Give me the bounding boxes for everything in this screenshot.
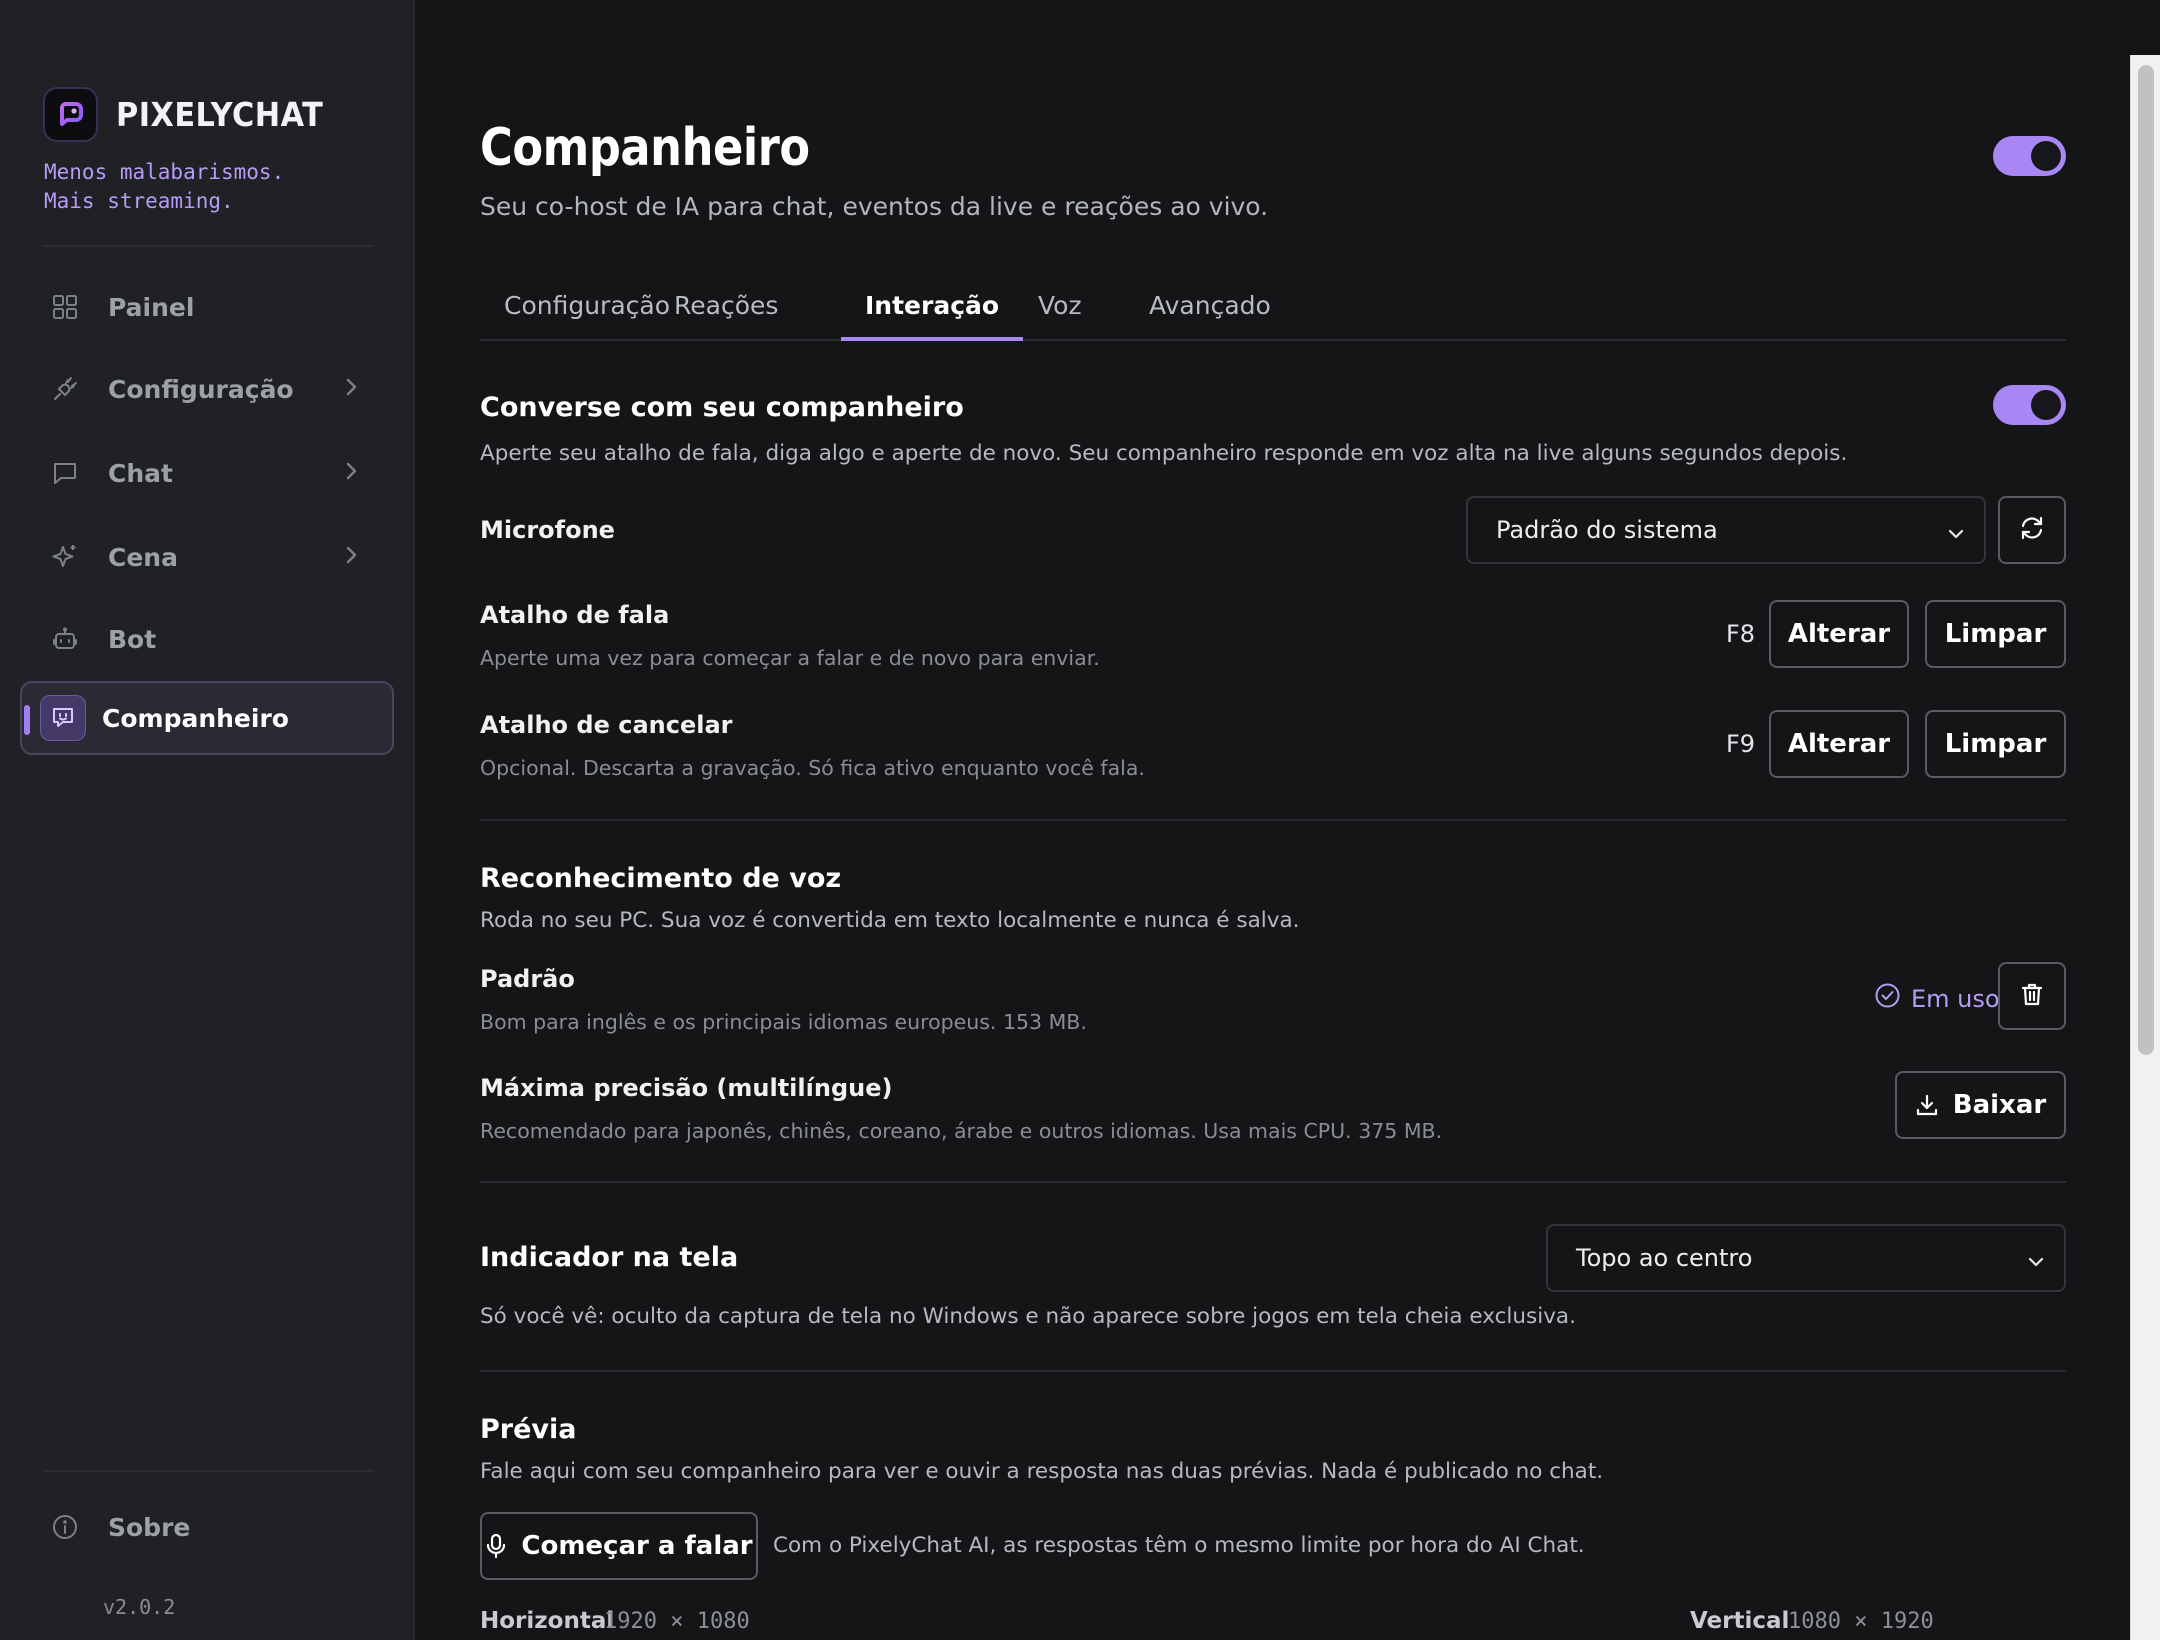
page-title: Companheiro (480, 118, 810, 178)
indicator-position-value: Topo ao centro (1576, 1244, 1753, 1272)
start-talking-label: Começar a falar (521, 1531, 753, 1561)
change-talk-hotkey-button[interactable]: Alterar (1769, 600, 1909, 668)
section-divider (480, 819, 2066, 821)
chevron-right-icon (344, 542, 358, 574)
pixelychat-logo-icon (43, 87, 98, 142)
talk-description: Aperte seu atalho de fala, diga algo e a… (480, 441, 1848, 466)
tab-reacoes[interactable]: Reações (650, 285, 802, 341)
microphone-label: Microfone (480, 516, 615, 544)
sidebar-divider (44, 1470, 374, 1472)
tab-voz[interactable]: Voz (1014, 285, 1106, 341)
companion-icon (40, 695, 86, 741)
page-subtitle: Seu co-host de IA para chat, eventos da … (480, 192, 1269, 221)
tab-interacao[interactable]: Interação (841, 285, 1024, 341)
sidebar-item-label: Bot (108, 624, 157, 654)
app-version: v2.0.2 (103, 1595, 176, 1619)
download-label: Baixar (1952, 1090, 2047, 1120)
cancel-hotkey-key: F9 (1726, 730, 1756, 758)
sparkle-icon (50, 542, 80, 572)
sidebar-item-label: Sobre (108, 1512, 191, 1542)
robot-icon (50, 624, 80, 654)
microphone-icon (485, 1533, 507, 1559)
scrollbar[interactable] (2130, 55, 2160, 1640)
indicator-description: Só você vê: oculto da captura de tela no… (480, 1304, 1576, 1329)
tab-bar: Configuração Reações Interação Voz Avanç… (480, 285, 2066, 341)
download-model-button[interactable]: Baixar (1895, 1071, 2066, 1139)
talk-hotkey-description: Aperte uma vez para começar a falar e de… (480, 646, 1100, 670)
clear-talk-hotkey-button[interactable]: Limpar (1925, 600, 2066, 668)
horizontal-preview-dims: 1920 × 1080 (604, 1609, 750, 1634)
sidebar-item-painel[interactable]: Painel (20, 270, 394, 344)
chevron-down-icon (2026, 1250, 2046, 1278)
talk-hotkey-label: Atalho de fala (480, 601, 670, 629)
microphone-select[interactable]: Padrão do sistema (1466, 496, 1986, 564)
sidebar-item-sobre[interactable]: Sobre (20, 1490, 394, 1564)
cancel-hotkey-description: Opcional. Descarta a gravação. Só fica a… (480, 756, 1145, 780)
tagline: Menos malabarismos. Mais streaming. (44, 158, 284, 216)
refresh-microphones-button[interactable] (1998, 496, 2066, 564)
refresh-icon (2018, 514, 2046, 546)
sidebar-item-label: Painel (108, 292, 195, 322)
brand: PIXELYCHAT (43, 87, 341, 142)
tagline-line-2: Mais streaming. (44, 189, 234, 213)
tagline-line-1: Menos malabarismos. (44, 160, 285, 184)
sidebar-item-label: Chat (108, 458, 173, 488)
sidebar: PIXELYCHAT Menos malabarismos. Mais stre… (0, 0, 415, 1640)
clear-cancel-hotkey-button[interactable]: Limpar (1925, 710, 2066, 778)
indicator-position-select[interactable]: Topo ao centro (1546, 1224, 2066, 1292)
plug-icon (50, 374, 80, 404)
main-content: Companheiro Seu co-host de IA para chat,… (417, 0, 2130, 1640)
start-talking-button[interactable]: Começar a falar (480, 1512, 758, 1580)
talk-hotkey-key: F8 (1726, 620, 1756, 648)
sidebar-item-cena[interactable]: Cena (20, 520, 394, 594)
check-circle-icon (1874, 982, 1901, 1015)
talk-section-title: Converse com seu companheiro (480, 392, 964, 423)
chevron-down-icon (1946, 522, 1966, 550)
standard-model-description: Bom para inglês e os principais idiomas … (480, 1010, 1087, 1034)
sidebar-item-chat[interactable]: Chat (20, 436, 394, 510)
cancel-hotkey-label: Atalho de cancelar (480, 711, 733, 739)
microphone-select-value: Padrão do sistema (1496, 516, 1718, 544)
companion-enabled-toggle[interactable] (1993, 136, 2066, 176)
preview-note: Com o PixelyChat AI, as respostas têm o … (773, 1533, 1585, 1558)
chevron-right-icon (344, 374, 358, 406)
scrollbar-thumb[interactable] (2138, 65, 2154, 1055)
toggle-knob (2031, 390, 2061, 420)
section-divider (480, 1181, 2066, 1183)
brand-name: PIXELYCHAT (116, 95, 324, 134)
horizontal-preview-label: Horizontal (480, 1608, 615, 1634)
talk-enabled-toggle[interactable] (1993, 385, 2066, 425)
delete-standard-model-button[interactable] (1998, 962, 2066, 1030)
max-precision-model-description: Recomendado para japonês, chinês, corean… (480, 1119, 1443, 1143)
vertical-preview-dims: 1080 × 1920 (1788, 1609, 1934, 1634)
sidebar-item-configuracao[interactable]: Configuração (20, 352, 394, 426)
toggle-knob (2031, 141, 2061, 171)
preview-description: Fale aqui com seu companheiro para ver e… (480, 1459, 1604, 1484)
in-use-label: Em uso (1911, 984, 2000, 1013)
speech-description: Roda no seu PC. Sua voz é convertida em … (480, 908, 1300, 933)
sidebar-divider (44, 245, 374, 247)
tab-avancado[interactable]: Avançado (1125, 285, 1295, 341)
chevron-right-icon (344, 458, 358, 490)
vertical-preview-label: Vertical (1690, 1608, 1790, 1634)
standard-model-label: Padrão (480, 965, 575, 993)
speech-section-title: Reconhecimento de voz (480, 863, 842, 894)
section-divider (480, 1370, 2066, 1372)
sidebar-item-bot[interactable]: Bot (20, 602, 394, 676)
grid-icon (50, 292, 80, 322)
sidebar-item-label: Companheiro (102, 703, 289, 733)
trash-icon (2019, 981, 2045, 1011)
max-precision-model-label: Máxima precisão (multilíngue) (480, 1074, 893, 1102)
change-cancel-hotkey-button[interactable]: Alterar (1769, 710, 1909, 778)
preview-section-title: Prévia (480, 1414, 577, 1445)
info-icon (50, 1512, 80, 1542)
sidebar-item-companheiro[interactable]: Companheiro (20, 681, 394, 755)
indicator-section-title: Indicador na tela (480, 1242, 739, 1273)
chat-bubble-icon (50, 458, 80, 488)
in-use-status: Em uso (1874, 982, 2000, 1015)
download-icon (1915, 1093, 1939, 1117)
sidebar-item-label: Configuração (108, 374, 294, 404)
sidebar-item-label: Cena (108, 542, 178, 572)
